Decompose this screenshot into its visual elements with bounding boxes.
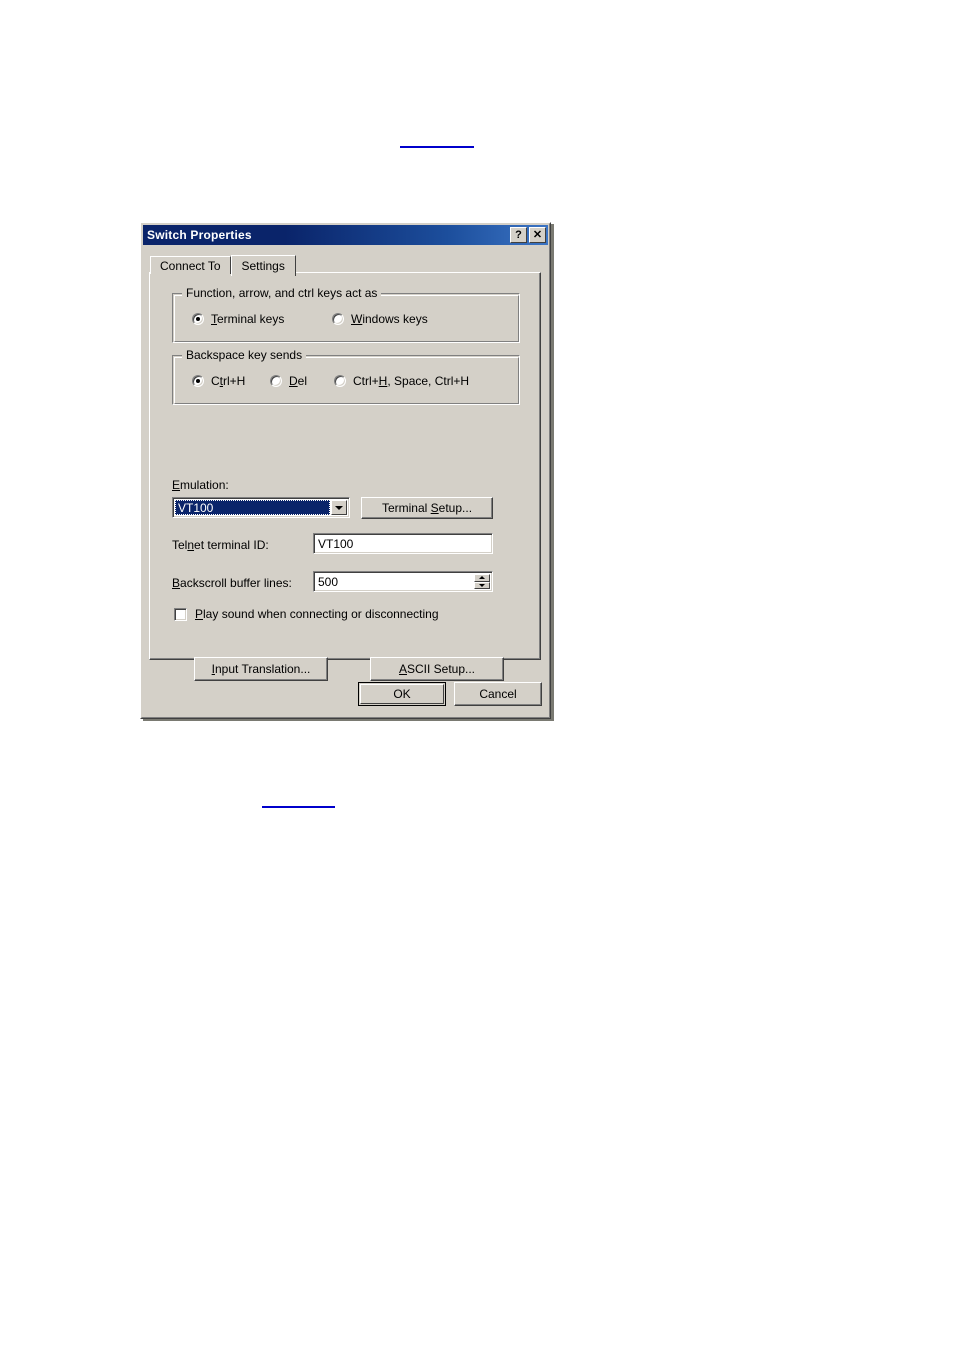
tab-settings-label: Settings bbox=[241, 259, 285, 273]
spinner-down-glyph bbox=[479, 583, 485, 587]
emulation-value: VT100 bbox=[178, 500, 214, 515]
accel-d: D bbox=[289, 374, 298, 388]
play-sound-label-post: lay sound when connecting or disconnecti… bbox=[203, 607, 439, 621]
backscroll-spinner[interactable] bbox=[474, 574, 490, 589]
telnet-terminal-id-label: Telnet terminal ID: bbox=[172, 538, 269, 552]
accel-w: W bbox=[351, 312, 363, 326]
telnet-terminal-id-value: VT100 bbox=[318, 536, 354, 551]
ok-button-inner: OK bbox=[360, 684, 444, 704]
accel-b: B bbox=[172, 576, 181, 590]
radio-ctrl-h[interactable]: Ctrl+H bbox=[192, 374, 245, 388]
tab-connect-to[interactable]: Connect To bbox=[150, 256, 231, 274]
radio-cshc-pre: Ctrl+ bbox=[353, 374, 379, 388]
telnet-label-pre: Tel bbox=[172, 538, 188, 552]
backscroll-buffer-lines-input[interactable]: 500 bbox=[313, 571, 493, 592]
telnet-label-post: et terminal ID: bbox=[194, 538, 269, 552]
help-icon[interactable]: ? bbox=[510, 227, 527, 243]
chevron-down-glyph bbox=[335, 505, 343, 510]
top-anchor-link[interactable] bbox=[400, 146, 474, 148]
terminal-setup-pre: Terminal bbox=[381, 501, 431, 515]
accel-a: A bbox=[398, 662, 407, 676]
ok-button-label: OK bbox=[393, 687, 411, 701]
ascii-setup-label: ASCII Setup... bbox=[399, 662, 475, 676]
accel-p: P bbox=[195, 607, 204, 621]
ascii-setup-post: SCII Setup... bbox=[406, 662, 476, 676]
play-sound-label: Play sound when connecting or disconnect… bbox=[195, 607, 439, 621]
switch-properties-dialog: Switch Properties ? ✕ Connect To Setting… bbox=[140, 222, 551, 719]
radio-windows-keys-indicator[interactable] bbox=[332, 313, 344, 325]
accel-s: S bbox=[430, 501, 439, 515]
emulation-combobox[interactable]: VT100 bbox=[172, 497, 350, 518]
radio-windows-keys-text: indows keys bbox=[362, 312, 428, 326]
dialog-titlebar: Switch Properties ? ✕ bbox=[143, 225, 548, 245]
input-translation-button[interactable]: Input Translation... bbox=[194, 657, 328, 681]
tab-settings[interactable]: Settings bbox=[230, 255, 296, 276]
terminal-setup-post: etup... bbox=[438, 501, 473, 515]
emulation-selected-item: VT100 bbox=[175, 500, 330, 515]
input-translation-post: nput Translation... bbox=[214, 662, 311, 676]
function-keys-group-title: Function, arrow, and ctrl keys act as bbox=[182, 286, 382, 300]
spinner-up-glyph bbox=[479, 576, 485, 580]
dialog-title: Switch Properties bbox=[147, 228, 252, 242]
radio-terminal-keys-indicator[interactable] bbox=[192, 313, 204, 325]
radio-windows-keys[interactable]: Windows keys bbox=[332, 312, 428, 326]
radio-del[interactable]: Del bbox=[270, 374, 307, 388]
terminal-setup-label: Terminal Setup... bbox=[382, 501, 472, 515]
cancel-button[interactable]: Cancel bbox=[454, 682, 542, 706]
spinner-up-icon[interactable] bbox=[474, 574, 490, 582]
telnet-terminal-id-input[interactable]: VT100 bbox=[313, 533, 493, 554]
backscroll-buffer-lines-label: Backscroll buffer lines: bbox=[172, 576, 292, 590]
cancel-button-label: Cancel bbox=[479, 687, 517, 701]
radio-ctrl-h-space-ctrl-h-indicator[interactable] bbox=[334, 375, 346, 387]
play-sound-checkbox-row[interactable]: Play sound when connecting or disconnect… bbox=[174, 607, 439, 621]
radio-del-label: Del bbox=[289, 374, 307, 388]
radio-ctrl-h-label: Ctrl+H bbox=[211, 374, 245, 388]
radio-ctrl-h-space-ctrl-h[interactable]: Ctrl+H, Space, Ctrl+H bbox=[334, 374, 469, 388]
spinner-down-icon[interactable] bbox=[474, 581, 490, 589]
emulation-label-text: mulation: bbox=[180, 478, 229, 492]
backscroll-buffer-lines-value: 500 bbox=[318, 574, 339, 589]
ok-button[interactable]: OK bbox=[358, 682, 446, 706]
radio-del-indicator[interactable] bbox=[270, 375, 282, 387]
chevron-down-icon[interactable] bbox=[331, 500, 347, 515]
radio-windows-keys-label: Windows keys bbox=[351, 312, 428, 326]
bottom-anchor-link[interactable] bbox=[262, 806, 335, 808]
radio-terminal-keys-text: erminal keys bbox=[217, 312, 285, 326]
ascii-setup-button[interactable]: ASCII Setup... bbox=[370, 657, 504, 681]
terminal-setup-button[interactable]: Terminal Setup... bbox=[361, 497, 493, 519]
radio-del-post: el bbox=[297, 374, 308, 388]
tab-connect-to-label: Connect To bbox=[160, 258, 221, 273]
radio-ctrl-h-post: rl+H bbox=[223, 374, 246, 388]
radio-ctrl-h-space-ctrl-h-label: Ctrl+H, Space, Ctrl+H bbox=[353, 374, 469, 388]
close-icon[interactable]: ✕ bbox=[529, 227, 546, 243]
radio-terminal-keys-label: Terminal keys bbox=[211, 312, 284, 326]
backscroll-label-post: ackscroll buffer lines: bbox=[180, 576, 292, 590]
tabstrip: Connect To Settings bbox=[150, 254, 296, 276]
play-sound-checkbox[interactable] bbox=[174, 607, 187, 621]
radio-ctrl-h-indicator[interactable] bbox=[192, 375, 204, 387]
backspace-group-title: Backspace key sends bbox=[182, 348, 307, 362]
settings-tab-panel: Function, arrow, and ctrl keys act as Te… bbox=[149, 272, 541, 681]
radio-terminal-keys[interactable]: Terminal keys bbox=[192, 312, 284, 326]
emulation-label: Emulation: bbox=[172, 478, 229, 492]
input-translation-label: Input Translation... bbox=[212, 662, 311, 676]
accel-e: E bbox=[172, 478, 181, 492]
radio-ctrl-h-pre: C bbox=[211, 374, 220, 388]
radio-cshc-post: , Space, Ctrl+H bbox=[387, 374, 470, 388]
